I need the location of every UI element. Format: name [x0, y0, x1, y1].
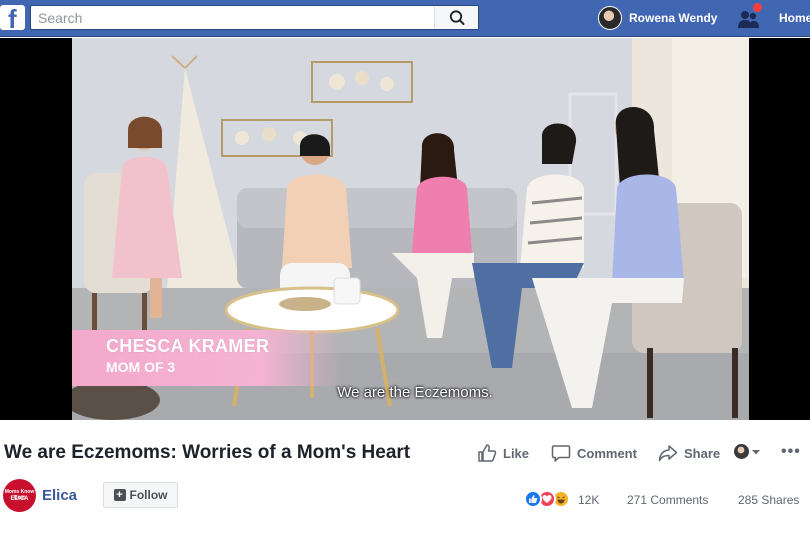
page-logo-wordmark: ELICA — [10, 496, 29, 502]
home-link[interactable]: Home — [779, 11, 810, 25]
like-reaction-icon — [524, 490, 542, 508]
follow-label: Follow — [129, 488, 168, 502]
video-title: We are Eczemoms: Worries of a Mom's Hear… — [4, 442, 411, 463]
lower-third-subtitle: MOM OF 3 — [106, 359, 176, 375]
shares-count[interactable]: 285 Shares — [738, 493, 799, 507]
facebook-logo-icon[interactable]: f — [0, 4, 25, 34]
follow-button[interactable]: + Follow — [103, 482, 178, 508]
search-input[interactable] — [31, 6, 433, 29]
search-icon — [449, 10, 465, 25]
chevron-down-icon — [752, 449, 760, 454]
audience-selector[interactable] — [733, 443, 762, 460]
comment-icon — [551, 445, 571, 462]
video-caption: We are the Eczemoms. — [337, 384, 493, 401]
video-player[interactable]: CHESCA KRAMER MOM OF 3 We are the Eczemo… — [0, 38, 810, 420]
thumbs-up-icon — [478, 444, 497, 462]
profile-link[interactable]: Rowena Wendy — [598, 6, 717, 30]
like-button[interactable]: Like — [477, 443, 529, 463]
more-options-icon[interactable]: ••• — [781, 443, 801, 461]
search-box — [30, 5, 479, 30]
lower-third-name: CHESCA KRAMER — [106, 336, 270, 356]
page-logo[interactable]: Moms Know Best ELICA — [3, 479, 36, 512]
comment-button[interactable]: Comment — [551, 443, 637, 463]
search-button[interactable] — [434, 6, 478, 29]
avatar — [598, 6, 622, 30]
page-name-link[interactable]: Elica — [42, 487, 77, 504]
top-navigation-bar: f Rowena Wendy Home — [0, 0, 810, 37]
comments-count[interactable]: 271 Comments — [627, 493, 708, 507]
like-label: Like — [503, 445, 530, 461]
profile-name: Rowena Wendy — [629, 11, 718, 25]
notification-badge — [752, 2, 763, 13]
comment-label: Comment — [577, 445, 637, 461]
reactions-summary[interactable] — [524, 490, 576, 508]
user-avatar-icon — [734, 444, 749, 459]
reactions-count[interactable]: 12K — [578, 493, 599, 507]
share-arrow-icon — [658, 445, 678, 462]
share-button[interactable]: Share — [658, 443, 720, 463]
share-label: Share — [684, 445, 721, 461]
plus-icon: + — [113, 489, 126, 501]
